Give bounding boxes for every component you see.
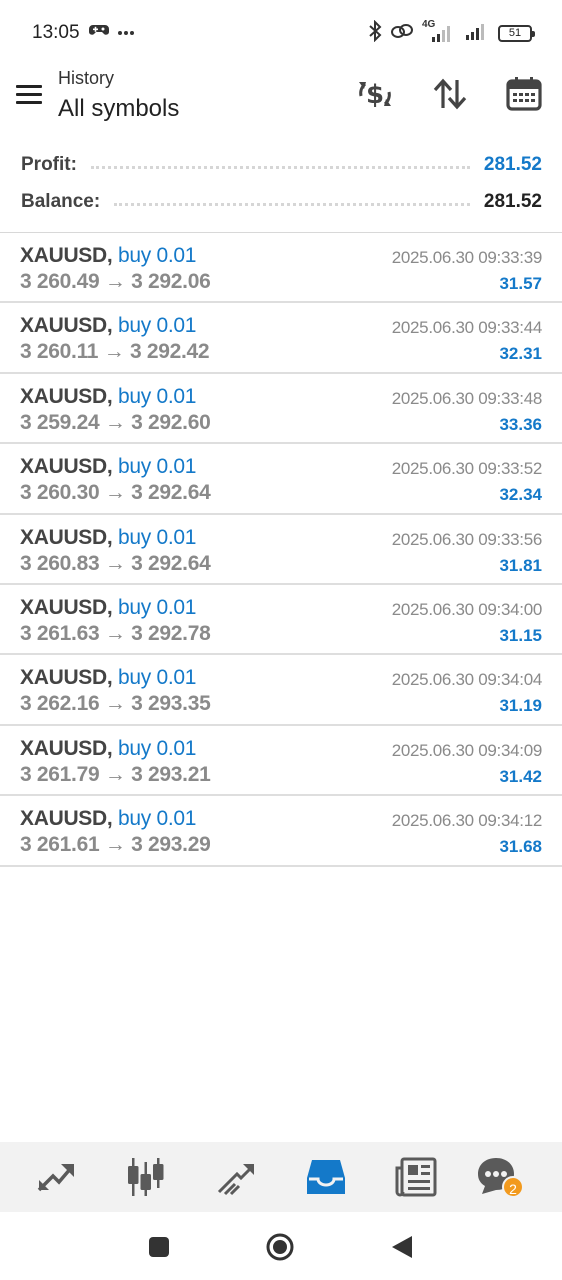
deal-prices: 3 261.79 → 3 293.21 bbox=[20, 762, 211, 786]
deal-row[interactable]: XAUUSD, buy 0.01 3 260.11 → 3 292.42 202… bbox=[0, 303, 562, 374]
deal-symbol: XAUUSD, buy 0.01 bbox=[20, 736, 197, 760]
deal-type: buy 0.01 bbox=[117, 666, 197, 690]
deal-time: 2025.06.30 09:34:12 bbox=[391, 811, 543, 831]
deal-row[interactable]: XAUUSD, buy 0.01 3 261.79 → 3 293.21 202… bbox=[0, 726, 562, 797]
deal-profit: 31.57 bbox=[499, 274, 542, 293]
more-dots-icon bbox=[117, 23, 135, 41]
deal-time: 2025.06.30 09:34:04 bbox=[391, 670, 543, 690]
quotes-icon[interactable] bbox=[33, 1154, 79, 1200]
battery-icon: 51 bbox=[498, 24, 535, 42]
status-time: 13:05 bbox=[32, 22, 80, 43]
chart-icon[interactable] bbox=[123, 1154, 169, 1200]
deal-type: buy 0.01 bbox=[117, 384, 197, 408]
news-icon[interactable] bbox=[393, 1154, 439, 1200]
deal-profit: 31.68 bbox=[499, 837, 542, 857]
signal-4g-icon: 4G bbox=[422, 19, 456, 44]
deal-time: 2025.06.30 09:34:09 bbox=[391, 740, 543, 760]
deal-profit: 31.42 bbox=[499, 766, 542, 786]
chat-badge: 2 bbox=[502, 1176, 524, 1198]
profit-label: Profit: bbox=[21, 154, 77, 175]
deal-symbol: XAUUSD, buy 0.01 bbox=[20, 595, 197, 619]
deal-prices: 3 259.24 → 3 292.60 bbox=[20, 410, 211, 434]
deal-row[interactable]: XAUUSD, buy 0.01 3 261.63 → 3 292.78 202… bbox=[0, 585, 562, 656]
deal-list: XAUUSD, buy 0.01 3 260.49 → 3 292.06 202… bbox=[0, 232, 562, 867]
status-bar: 13:05 4G 51 bbox=[0, 0, 562, 66]
status-left-icons bbox=[89, 21, 135, 43]
deal-prices: 3 260.11 → 3 292.42 bbox=[20, 340, 210, 364]
profit-value: 281.52 bbox=[483, 154, 542, 175]
header-subtitle: History bbox=[58, 68, 115, 88]
history-icon[interactable] bbox=[303, 1154, 349, 1200]
home-icon[interactable] bbox=[265, 1232, 295, 1262]
deal-symbol: XAUUSD, buy 0.01 bbox=[20, 384, 197, 408]
deal-time: 2025.06.30 09:34:00 bbox=[391, 599, 543, 619]
chat-icon[interactable]: 2 bbox=[474, 1154, 524, 1200]
balance-row: Balance: 281.52 bbox=[21, 187, 542, 217]
deal-symbol: XAUUSD, buy 0.01 bbox=[20, 314, 197, 338]
signal-icon bbox=[464, 20, 490, 47]
deal-symbol: XAUUSD, buy 0.01 bbox=[20, 666, 197, 690]
back-icon[interactable] bbox=[388, 1232, 418, 1262]
deal-profit: 32.34 bbox=[499, 485, 542, 505]
trade-icon[interactable] bbox=[213, 1154, 259, 1200]
deal-time: 2025.06.30 09:33:48 bbox=[391, 388, 543, 408]
deal-type: buy 0.01 bbox=[117, 595, 197, 619]
deal-type: buy 0.01 bbox=[117, 736, 197, 760]
sort-icon[interactable] bbox=[430, 74, 470, 114]
currency-exchange-icon[interactable]: $ bbox=[355, 74, 395, 114]
app-header: History All symbols $ bbox=[0, 66, 562, 132]
balance-value: 281.52 bbox=[483, 191, 542, 212]
dotted-leader bbox=[90, 165, 470, 169]
deal-type: buy 0.01 bbox=[117, 314, 197, 338]
deal-profit: 31.15 bbox=[499, 625, 542, 645]
system-nav bbox=[0, 1212, 562, 1280]
deal-row[interactable]: XAUUSD, buy 0.01 3 261.61 → 3 293.29 202… bbox=[0, 796, 562, 867]
deal-time: 2025.06.30 09:33:56 bbox=[391, 529, 543, 549]
header-title[interactable]: All symbols bbox=[58, 95, 179, 123]
deal-prices: 3 260.49 → 3 292.06 bbox=[20, 270, 211, 293]
deal-time: 2025.06.30 09:33:39 bbox=[391, 248, 543, 267]
deal-time: 2025.06.30 09:33:44 bbox=[391, 318, 543, 338]
deal-symbol: XAUUSD, buy 0.01 bbox=[20, 807, 197, 831]
deal-profit: 31.81 bbox=[499, 555, 542, 575]
deal-prices: 3 261.63 → 3 292.78 bbox=[20, 621, 211, 645]
deal-type: buy 0.01 bbox=[117, 525, 197, 549]
deal-type: buy 0.01 bbox=[117, 244, 197, 267]
deal-time: 2025.06.30 09:33:52 bbox=[391, 459, 543, 479]
deal-type: buy 0.01 bbox=[117, 807, 197, 831]
deal-prices: 3 260.30 → 3 292.64 bbox=[20, 481, 211, 505]
dotted-leader bbox=[114, 202, 470, 206]
deal-row[interactable]: XAUUSD, buy 0.01 3 260.49 → 3 292.06 202… bbox=[0, 233, 562, 304]
deal-prices: 3 262.16 → 3 293.35 bbox=[20, 692, 211, 716]
deal-symbol: XAUUSD, buy 0.01 bbox=[20, 244, 197, 267]
deal-row[interactable]: XAUUSD, buy 0.01 3 259.24 → 3 292.60 202… bbox=[0, 374, 562, 445]
deal-profit: 31.19 bbox=[499, 696, 542, 716]
bluetooth-icon bbox=[368, 19, 382, 47]
deal-row[interactable]: XAUUSD, buy 0.01 3 260.83 → 3 292.64 202… bbox=[0, 515, 562, 585]
link-icon bbox=[390, 22, 414, 45]
summary: Profit: 281.52 Balance: 281.52 bbox=[0, 142, 562, 232]
balance-label: Balance: bbox=[21, 191, 101, 212]
menu-icon[interactable] bbox=[16, 82, 43, 106]
deal-prices: 3 261.61 → 3 293.29 bbox=[20, 833, 211, 857]
deal-row[interactable]: XAUUSD, buy 0.01 3 262.16 → 3 293.35 202… bbox=[0, 655, 562, 726]
deal-prices: 3 260.83 → 3 292.64 bbox=[20, 551, 211, 575]
calendar-icon[interactable] bbox=[504, 74, 544, 114]
deal-row[interactable]: XAUUSD, buy 0.01 3 260.30 → 3 292.64 202… bbox=[0, 444, 562, 515]
recent-apps-icon[interactable] bbox=[144, 1232, 174, 1262]
game-controller-icon bbox=[89, 22, 109, 43]
deal-type: buy 0.01 bbox=[117, 455, 197, 479]
svg-text:$: $ bbox=[366, 80, 384, 110]
deal-profit: 32.31 bbox=[499, 344, 542, 364]
deal-symbol: XAUUSD, buy 0.01 bbox=[20, 525, 197, 549]
bottom-nav: 2 bbox=[0, 1142, 562, 1212]
status-right-icons: 4G 51 bbox=[368, 19, 535, 47]
deal-symbol: XAUUSD, buy 0.01 bbox=[20, 455, 197, 479]
profit-row: Profit: 281.52 bbox=[21, 150, 542, 180]
deal-profit: 33.36 bbox=[499, 414, 542, 434]
